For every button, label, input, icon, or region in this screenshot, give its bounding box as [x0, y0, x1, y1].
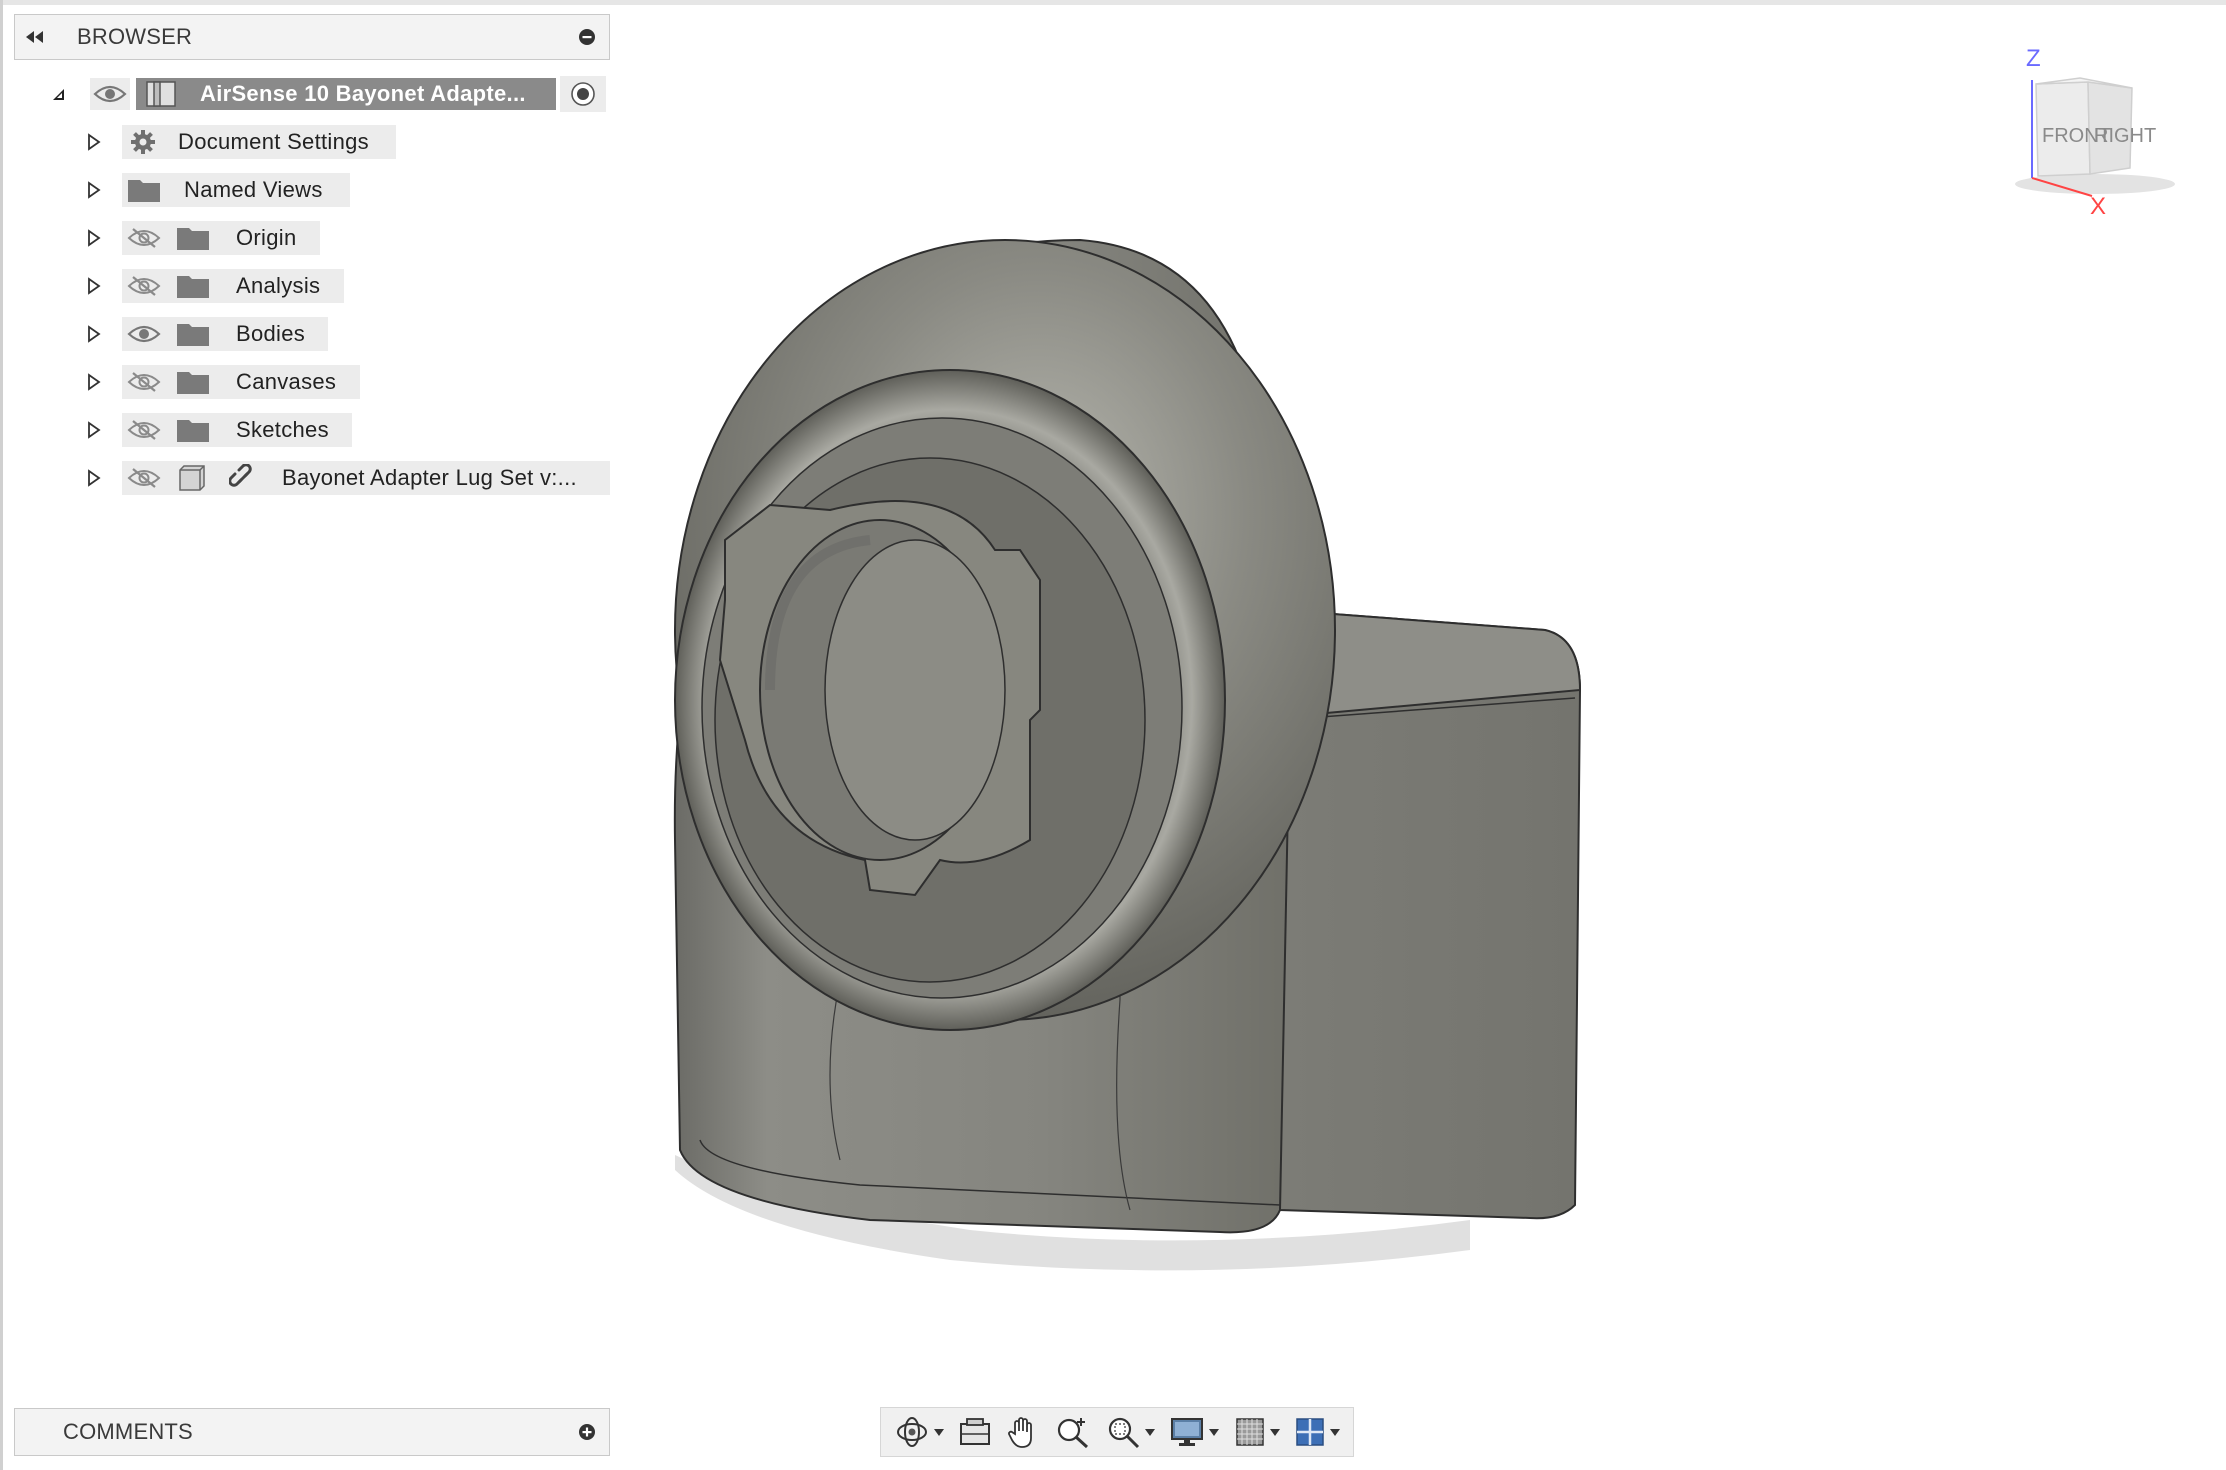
eye-icon[interactable] — [126, 323, 162, 345]
grid-icon — [1235, 1418, 1264, 1446]
navigation-toolbar — [880, 1407, 1354, 1457]
orbit-icon — [897, 1417, 928, 1447]
eye-icon — [93, 85, 127, 103]
tree-root-collapse[interactable] — [48, 74, 68, 114]
root-visibility-toggle[interactable] — [90, 78, 130, 110]
expand-arrow[interactable] — [84, 410, 104, 450]
chevron-down-icon[interactable] — [1269, 1428, 1280, 1436]
look-at-icon — [960, 1418, 991, 1445]
folder-icon — [176, 225, 210, 251]
browser-minimize-button[interactable] — [565, 28, 609, 46]
folder-icon — [176, 273, 210, 299]
viewcube-shadow — [2015, 174, 2175, 194]
tree-item-label: Sketches — [236, 417, 329, 442]
display-settings-tool[interactable] — [1169, 1416, 1220, 1448]
document-component-icon — [144, 79, 178, 109]
expand-arrow[interactable] — [84, 266, 104, 306]
collapse-panel-button[interactable] — [15, 30, 55, 44]
chevron-down-icon[interactable] — [1209, 1428, 1220, 1436]
viewports-icon — [1296, 1418, 1324, 1446]
tree-item-label: Bodies — [236, 321, 306, 346]
component-icon — [176, 464, 210, 492]
x-axis-label: X — [2090, 193, 2106, 216]
tree-item-label: Named Views — [184, 177, 323, 202]
tree-item-label: Origin — [236, 225, 297, 250]
tree-item-document-settings[interactable]: Document Settings — [0, 122, 620, 162]
folder-icon — [176, 417, 210, 443]
chevron-down-icon[interactable] — [1145, 1428, 1156, 1436]
display-settings-icon — [1171, 1418, 1204, 1446]
eye-hidden-icon[interactable] — [126, 275, 162, 297]
expand-arrow[interactable] — [84, 362, 104, 402]
tree-item-label: Analysis — [236, 273, 321, 298]
expand-arrow[interactable] — [84, 170, 104, 210]
triangle-right-icon — [88, 469, 101, 487]
triangle-right-icon — [88, 325, 101, 343]
pan-tool[interactable] — [1007, 1414, 1041, 1450]
tree-item-bodies[interactable]: Bodies — [0, 314, 620, 354]
eye-hidden-icon[interactable] — [126, 371, 162, 393]
tree-item-canvases[interactable]: Canvases — [0, 362, 620, 402]
comments-expand-button[interactable] — [565, 1423, 609, 1441]
viewcube-right-face[interactable]: RIGHT — [2094, 125, 2156, 147]
zoom-tool[interactable] — [1055, 1414, 1091, 1450]
radio-active-icon — [571, 82, 595, 106]
triangle-expanded-icon — [53, 89, 64, 100]
expand-arrow[interactable] — [84, 314, 104, 354]
folder-icon — [176, 321, 210, 347]
gear-icon — [126, 128, 160, 156]
look-at-tool[interactable] — [958, 1416, 992, 1448]
folder-icon — [126, 177, 162, 203]
zoom-icon — [1057, 1418, 1088, 1449]
triangle-right-icon — [88, 373, 101, 391]
comments-panel-header: COMMENTS — [14, 1408, 610, 1456]
viewports-tool[interactable] — [1294, 1416, 1340, 1448]
tree-item-named-views[interactable]: Named Views — [0, 170, 620, 210]
grid-settings-tool[interactable] — [1234, 1416, 1280, 1448]
expand-arrow[interactable] — [84, 458, 104, 498]
tree-root-label: AirSense 10 Bayonet Adapte... — [200, 81, 526, 106]
plus-circle-icon — [579, 1424, 595, 1440]
tree-item-analysis[interactable]: Analysis — [0, 266, 620, 306]
model-canvas[interactable] — [650, 220, 1610, 1280]
comments-title: COMMENTS — [63, 1419, 193, 1444]
tree-item-lug-set[interactable]: Bayonet Adapter Lug Set v:... — [0, 458, 620, 498]
triangle-right-icon — [88, 421, 101, 439]
folder-icon — [176, 369, 210, 395]
link-icon — [226, 464, 260, 492]
eye-hidden-icon[interactable] — [126, 419, 162, 441]
tree-item-label: Bayonet Adapter Lug Set v:... — [282, 465, 577, 490]
double-chevron-left-icon — [26, 31, 43, 43]
pan-icon — [1007, 1417, 1032, 1448]
eye-hidden-icon[interactable] — [126, 467, 162, 489]
tree-item-label: Document Settings — [178, 129, 369, 154]
chevron-down-icon[interactable] — [1329, 1428, 1340, 1436]
triangle-right-icon — [88, 181, 101, 199]
minus-circle-icon — [579, 29, 595, 45]
z-axis-label: Z — [2026, 45, 2041, 72]
chevron-down-icon[interactable] — [934, 1428, 945, 1436]
browser-panel-header: BROWSER — [14, 14, 610, 60]
triangle-right-icon — [88, 229, 101, 247]
viewcube[interactable]: Z X FRONT RIGHT — [2000, 36, 2200, 216]
zoom-window-tool[interactable] — [1105, 1414, 1156, 1450]
orbit-tool[interactable] — [894, 1414, 945, 1450]
triangle-right-icon — [88, 277, 101, 295]
browser-title: BROWSER — [77, 24, 193, 49]
triangle-right-icon — [88, 133, 101, 151]
eye-hidden-icon[interactable] — [126, 227, 162, 249]
tree-item-sketches[interactable]: Sketches — [0, 410, 620, 450]
tree-item-label: Canvases — [236, 369, 337, 394]
tree-root-item[interactable]: AirSense 10 Bayonet Adapte... — [136, 78, 556, 110]
zoom-window-icon — [1109, 1417, 1140, 1449]
expand-arrow[interactable] — [84, 218, 104, 258]
activate-component-radio[interactable] — [560, 76, 606, 112]
top-border — [0, 0, 2226, 5]
expand-arrow[interactable] — [84, 122, 104, 162]
tree-item-origin[interactable]: Origin — [0, 218, 620, 258]
